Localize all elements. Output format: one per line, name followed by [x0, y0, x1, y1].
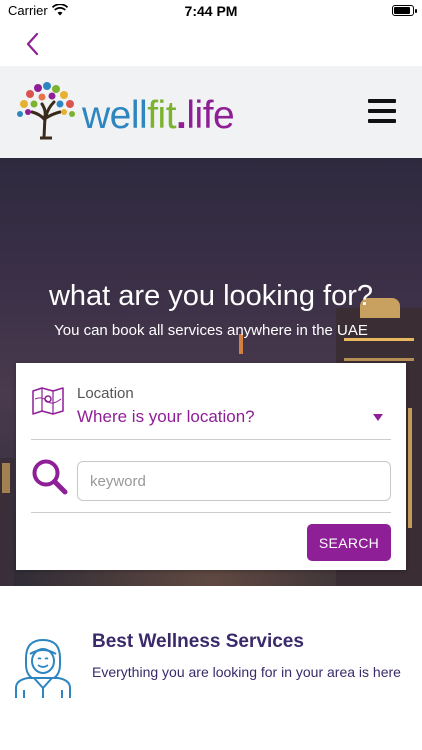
hamburger-menu-button[interactable]	[368, 99, 396, 123]
location-selected-value: Where is your location?	[77, 407, 255, 426]
battery-icon	[392, 5, 417, 16]
keyword-input[interactable]	[77, 461, 391, 501]
hero-subtitle: You can book all services anywhere in th…	[54, 322, 368, 339]
logo-wordmark: wellfit.life	[82, 94, 235, 137]
hamburger-menu-icon	[368, 99, 396, 103]
service-description: Everything you are looking for in your a…	[92, 664, 401, 680]
service-title: Best Wellness Services	[92, 631, 304, 652]
wellfit-logo[interactable]: wellfit.life	[14, 82, 235, 142]
hero-title: what are you looking for?	[48, 280, 374, 312]
divider	[31, 439, 391, 440]
service-section: Best Wellness Services Everything you ar…	[0, 586, 422, 750]
status-bar: Carrier 7:44 PM	[0, 0, 422, 22]
navigation-bar	[0, 22, 422, 66]
clock: 7:44 PM	[184, 3, 238, 19]
divider	[31, 512, 391, 513]
location-dropdown[interactable]: Where is your location?	[77, 407, 383, 429]
map-icon	[32, 387, 64, 415]
search-card: Location Where is your location? SEARCH	[16, 363, 406, 570]
wellness-person-icon	[15, 638, 71, 698]
tree-logo-icon	[17, 82, 75, 140]
search-icon	[32, 459, 68, 495]
location-label: Location	[77, 385, 134, 402]
caret-down-icon	[373, 414, 383, 421]
site-header: wellfit.life	[0, 66, 422, 158]
back-button[interactable]	[20, 30, 48, 58]
search-button[interactable]: SEARCH	[307, 524, 391, 561]
